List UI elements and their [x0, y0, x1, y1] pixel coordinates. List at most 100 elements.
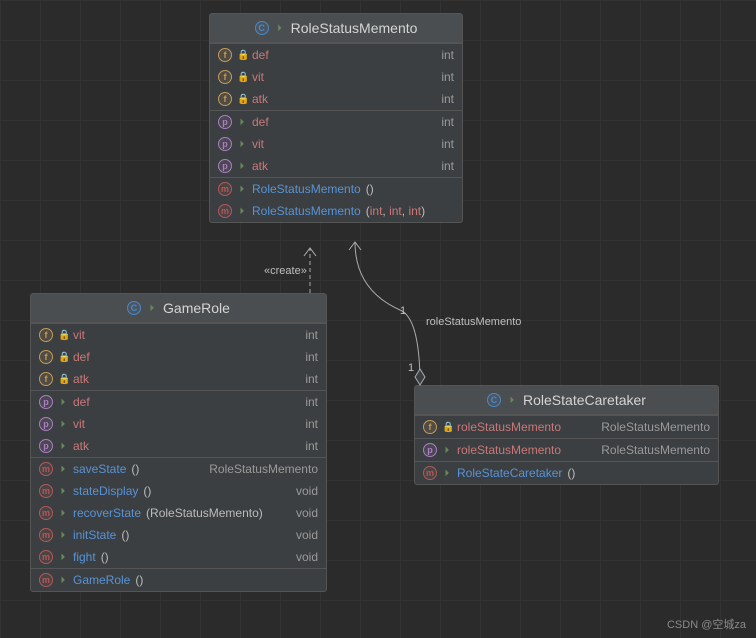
public-icon: 🞂 — [58, 530, 68, 541]
class-icon: C — [487, 393, 501, 407]
property-icon: p — [39, 439, 53, 453]
property-icon: p — [218, 115, 232, 129]
prop-row: p🞂vitint — [31, 413, 326, 435]
class-game-role: C 🞂 GameRole f🔒vitint f🔒defint f🔒atkint … — [30, 293, 327, 592]
lock-icon: 🔒 — [237, 94, 247, 105]
public-icon: 🞂 — [237, 184, 247, 195]
field-row: f🔒vitint — [31, 324, 326, 346]
prop-row: p🞂defint — [210, 111, 462, 133]
lock-icon: 🔒 — [237, 72, 247, 83]
prop-row: p🞂atkint — [210, 155, 462, 177]
public-icon: 🞂 — [442, 468, 452, 479]
public-icon: 🞂 — [237, 117, 247, 128]
method-icon: m — [423, 466, 437, 480]
public-icon: 🞂 — [58, 552, 68, 563]
class-title: RoleStatusMemento — [291, 20, 418, 36]
public-icon: 🞂 — [237, 139, 247, 150]
method-icon: m — [39, 462, 53, 476]
field-row: f🔒roleStatusMementoRoleStatusMemento — [415, 416, 718, 438]
method-icon: m — [218, 204, 232, 218]
method-row: m🞂RoleStatusMemento(int, int, int) — [210, 200, 462, 222]
public-icon: 🞂 — [58, 419, 68, 430]
methods-section: m🞂RoleStateCaretaker() — [415, 461, 718, 484]
prop-row: p🞂roleStatusMementoRoleStatusMemento — [415, 439, 718, 461]
class-role-state-caretaker: C 🞂 RoleStateCaretaker f🔒roleStatusMemen… — [414, 385, 719, 485]
field-icon: f — [218, 92, 232, 106]
ctors-section: m🞂GameRole() — [31, 568, 326, 591]
field-row: f🔒atkint — [31, 368, 326, 390]
method-row: m🞂initState()void — [31, 524, 326, 546]
multiplicity-bottom: 1 — [408, 362, 414, 374]
multiplicity-top: 1 — [400, 305, 406, 317]
class-title: GameRole — [163, 300, 230, 316]
method-row: m🞂saveState()RoleStatusMemento — [31, 458, 326, 480]
watermark: CSDN @空城za — [667, 616, 746, 632]
field-icon: f — [39, 350, 53, 364]
field-row: f🔒atkint — [210, 88, 462, 110]
property-icon: p — [39, 395, 53, 409]
public-icon: 🞂 — [275, 23, 285, 34]
class-header: C 🞂 RoleStateCaretaker — [415, 386, 718, 415]
public-icon: 🞂 — [147, 303, 157, 314]
public-icon: 🞂 — [58, 464, 68, 475]
class-icon: C — [255, 21, 269, 35]
class-icon: C — [127, 301, 141, 315]
fields-section: f🔒vitint f🔒defint f🔒atkint — [31, 323, 326, 390]
public-icon: 🞂 — [58, 508, 68, 519]
method-row: m🞂stateDisplay()void — [31, 480, 326, 502]
lock-icon: 🔒 — [58, 330, 68, 341]
class-header: C 🞂 GameRole — [31, 294, 326, 323]
method-row: m🞂GameRole() — [31, 569, 326, 591]
public-icon: 🞂 — [237, 206, 247, 217]
lock-icon: 🔒 — [58, 374, 68, 385]
method-row: m🞂RoleStatusMemento() — [210, 178, 462, 200]
method-icon: m — [39, 484, 53, 498]
property-icon: p — [423, 443, 437, 457]
method-icon: m — [39, 506, 53, 520]
class-header: C 🞂 RoleStatusMemento — [210, 14, 462, 43]
assoc-label: roleStatusMemento — [426, 316, 521, 328]
field-icon: f — [423, 420, 437, 434]
public-icon: 🞂 — [58, 575, 68, 586]
method-row: m🞂recoverState(RoleStatusMemento)void — [31, 502, 326, 524]
public-icon: 🞂 — [237, 161, 247, 172]
field-row: f🔒defint — [31, 346, 326, 368]
method-icon: m — [218, 182, 232, 196]
method-icon: m — [39, 528, 53, 542]
params: (int, int, int) — [366, 204, 425, 218]
class-title: RoleStateCaretaker — [523, 392, 646, 408]
lock-icon: 🔒 — [442, 422, 452, 433]
fields-section: f🔒roleStatusMementoRoleStatusMemento — [415, 415, 718, 438]
class-role-status-memento: C 🞂 RoleStatusMemento f🔒defint f🔒vitint … — [209, 13, 463, 223]
prop-row: p🞂defint — [31, 391, 326, 413]
public-icon: 🞂 — [58, 397, 68, 408]
property-icon: p — [218, 159, 232, 173]
field-icon: f — [39, 328, 53, 342]
lock-icon: 🔒 — [237, 50, 247, 61]
property-icon: p — [39, 417, 53, 431]
method-row: m🞂fight()void — [31, 546, 326, 568]
public-icon: 🞂 — [58, 486, 68, 497]
field-icon: f — [39, 372, 53, 386]
method-icon: m — [39, 550, 53, 564]
method-row: m🞂RoleStateCaretaker() — [415, 462, 718, 484]
props-section: p🞂defint p🞂vitint p🞂atkint — [210, 110, 462, 177]
field-icon: f — [218, 70, 232, 84]
method-icon: m — [39, 573, 53, 587]
field-row: f🔒vitint — [210, 66, 462, 88]
property-icon: p — [218, 137, 232, 151]
field-icon: f — [218, 48, 232, 62]
props-section: p🞂defint p🞂vitint p🞂atkint — [31, 390, 326, 457]
prop-row: p🞂vitint — [210, 133, 462, 155]
props-section: p🞂roleStatusMementoRoleStatusMemento — [415, 438, 718, 461]
field-row: f🔒defint — [210, 44, 462, 66]
public-icon: 🞂 — [58, 441, 68, 452]
create-label: «create» — [264, 265, 307, 277]
fields-section: f🔒defint f🔒vitint f🔒atkint — [210, 43, 462, 110]
methods-section: m🞂RoleStatusMemento() m🞂RoleStatusMement… — [210, 177, 462, 222]
methods-section: m🞂saveState()RoleStatusMemento m🞂stateDi… — [31, 457, 326, 568]
public-icon: 🞂 — [507, 395, 517, 406]
prop-row: p🞂atkint — [31, 435, 326, 457]
lock-icon: 🔒 — [58, 352, 68, 363]
public-icon: 🞂 — [442, 445, 452, 456]
